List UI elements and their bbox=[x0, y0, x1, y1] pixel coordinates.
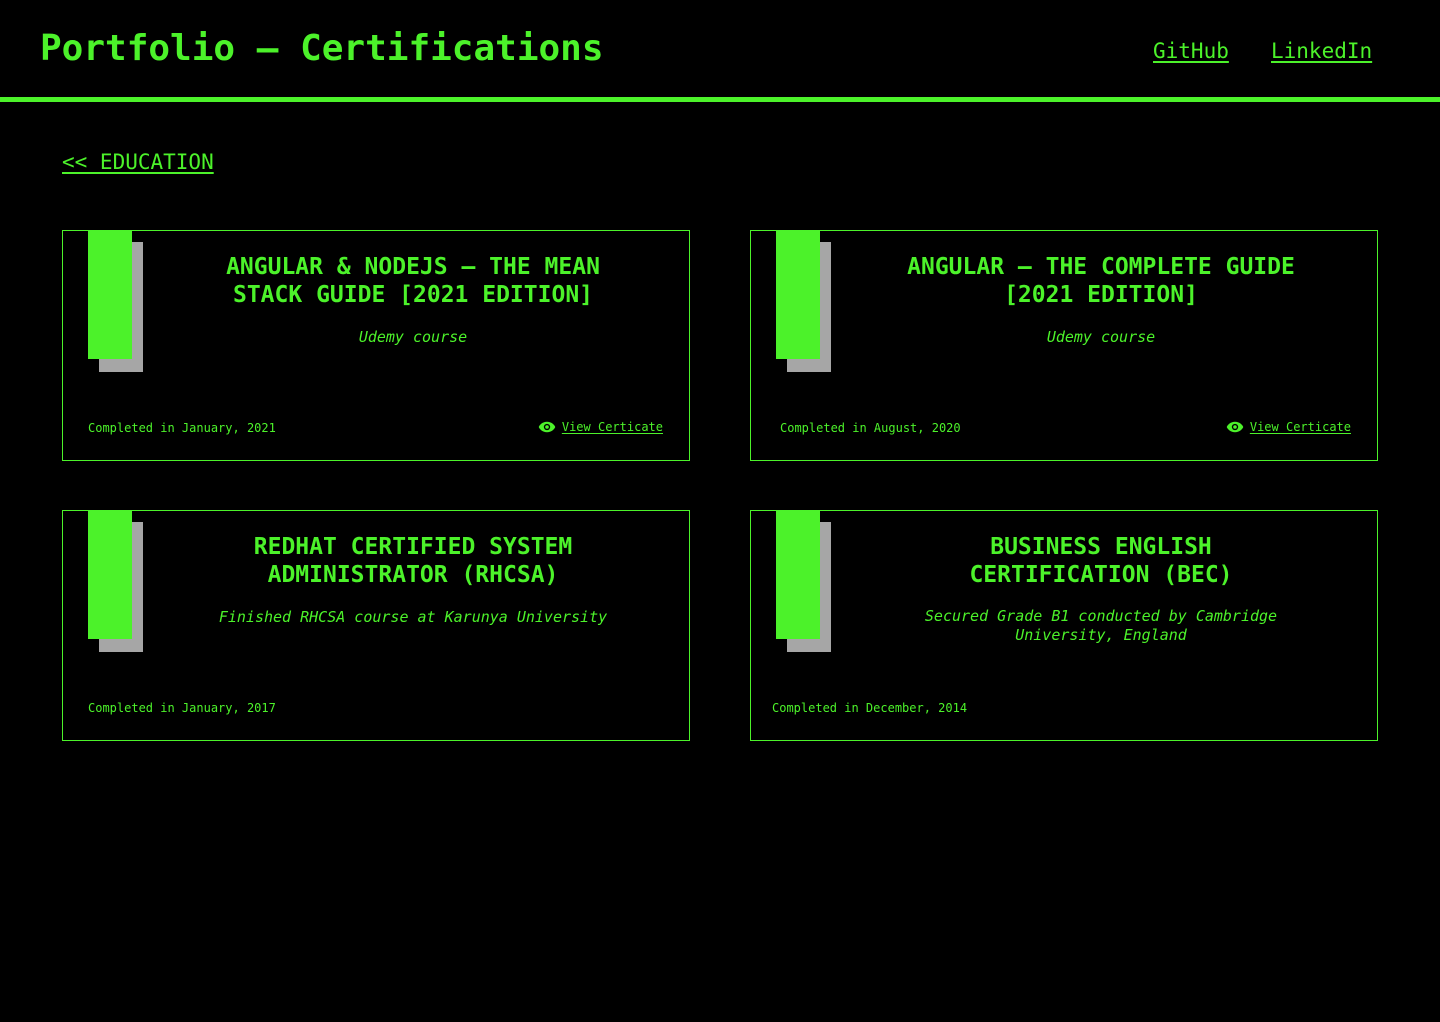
back-to-education-link[interactable]: << EDUCATION bbox=[62, 148, 214, 176]
github-link[interactable]: GitHub bbox=[1153, 37, 1229, 65]
completion-date: Completed in August, 2020 bbox=[780, 421, 961, 435]
completion-date: Completed in January, 2017 bbox=[88, 701, 276, 715]
certification-title: ANGULAR & NODEJS – THE MEAN STACK GUIDE … bbox=[226, 254, 600, 308]
certification-subtitle: Secured Grade B1 conducted by Cambridge … bbox=[924, 607, 1278, 644]
eye-icon bbox=[538, 421, 556, 433]
card-content: ANGULAR – THE COMPLETE GUIDE [2021 EDITI… bbox=[881, 253, 1321, 347]
completion-date: Completed in December, 2014 bbox=[772, 701, 968, 715]
view-certificate-label: View Certicate bbox=[561, 420, 663, 434]
certification-subtitle: Finished RHCSA course at Karunya Univers… bbox=[218, 608, 608, 626]
completion-date: Completed in January, 2021 bbox=[88, 421, 276, 435]
card-content: REDHAT CERTIFIED SYSTEM ADMINISTRATOR (R… bbox=[193, 533, 633, 627]
certification-card: BUSINESS ENGLISH CERTIFICATION (BEC) Sec… bbox=[750, 510, 1378, 741]
page-title: Portfolio – Certifications bbox=[40, 28, 604, 69]
certification-title: REDHAT CERTIFIED SYSTEM ADMINISTRATOR (R… bbox=[253, 534, 573, 588]
view-certificate-label: View Certicate bbox=[1249, 420, 1351, 434]
view-certificate-link[interactable]: View Certicate bbox=[538, 419, 663, 435]
certification-subtitle: Udemy course bbox=[1046, 328, 1156, 346]
card-accent-bar bbox=[88, 231, 132, 359]
certification-card: REDHAT CERTIFIED SYSTEM ADMINISTRATOR (R… bbox=[62, 510, 690, 741]
certification-card: ANGULAR – THE COMPLETE GUIDE [2021 EDITI… bbox=[750, 230, 1378, 461]
site-header: Portfolio – Certifications GitHub Linked… bbox=[0, 0, 1440, 102]
card-content: BUSINESS ENGLISH CERTIFICATION (BEC) Sec… bbox=[901, 533, 1301, 645]
certification-card: ANGULAR & NODEJS – THE MEAN STACK GUIDE … bbox=[62, 230, 690, 461]
linkedin-link[interactable]: LinkedIn bbox=[1271, 37, 1372, 65]
certification-subtitle: Udemy course bbox=[358, 328, 468, 346]
certification-title: ANGULAR – THE COMPLETE GUIDE [2021 EDITI… bbox=[907, 254, 1295, 308]
card-accent-bar bbox=[88, 511, 132, 639]
view-certificate-link[interactable]: View Certicate bbox=[1226, 419, 1351, 435]
card-accent-bar bbox=[776, 511, 820, 639]
card-accent-bar bbox=[776, 231, 820, 359]
eye-icon bbox=[1226, 421, 1244, 433]
card-content: ANGULAR & NODEJS – THE MEAN STACK GUIDE … bbox=[193, 253, 633, 347]
certification-title: BUSINESS ENGLISH CERTIFICATION (BEC) bbox=[969, 534, 1233, 588]
